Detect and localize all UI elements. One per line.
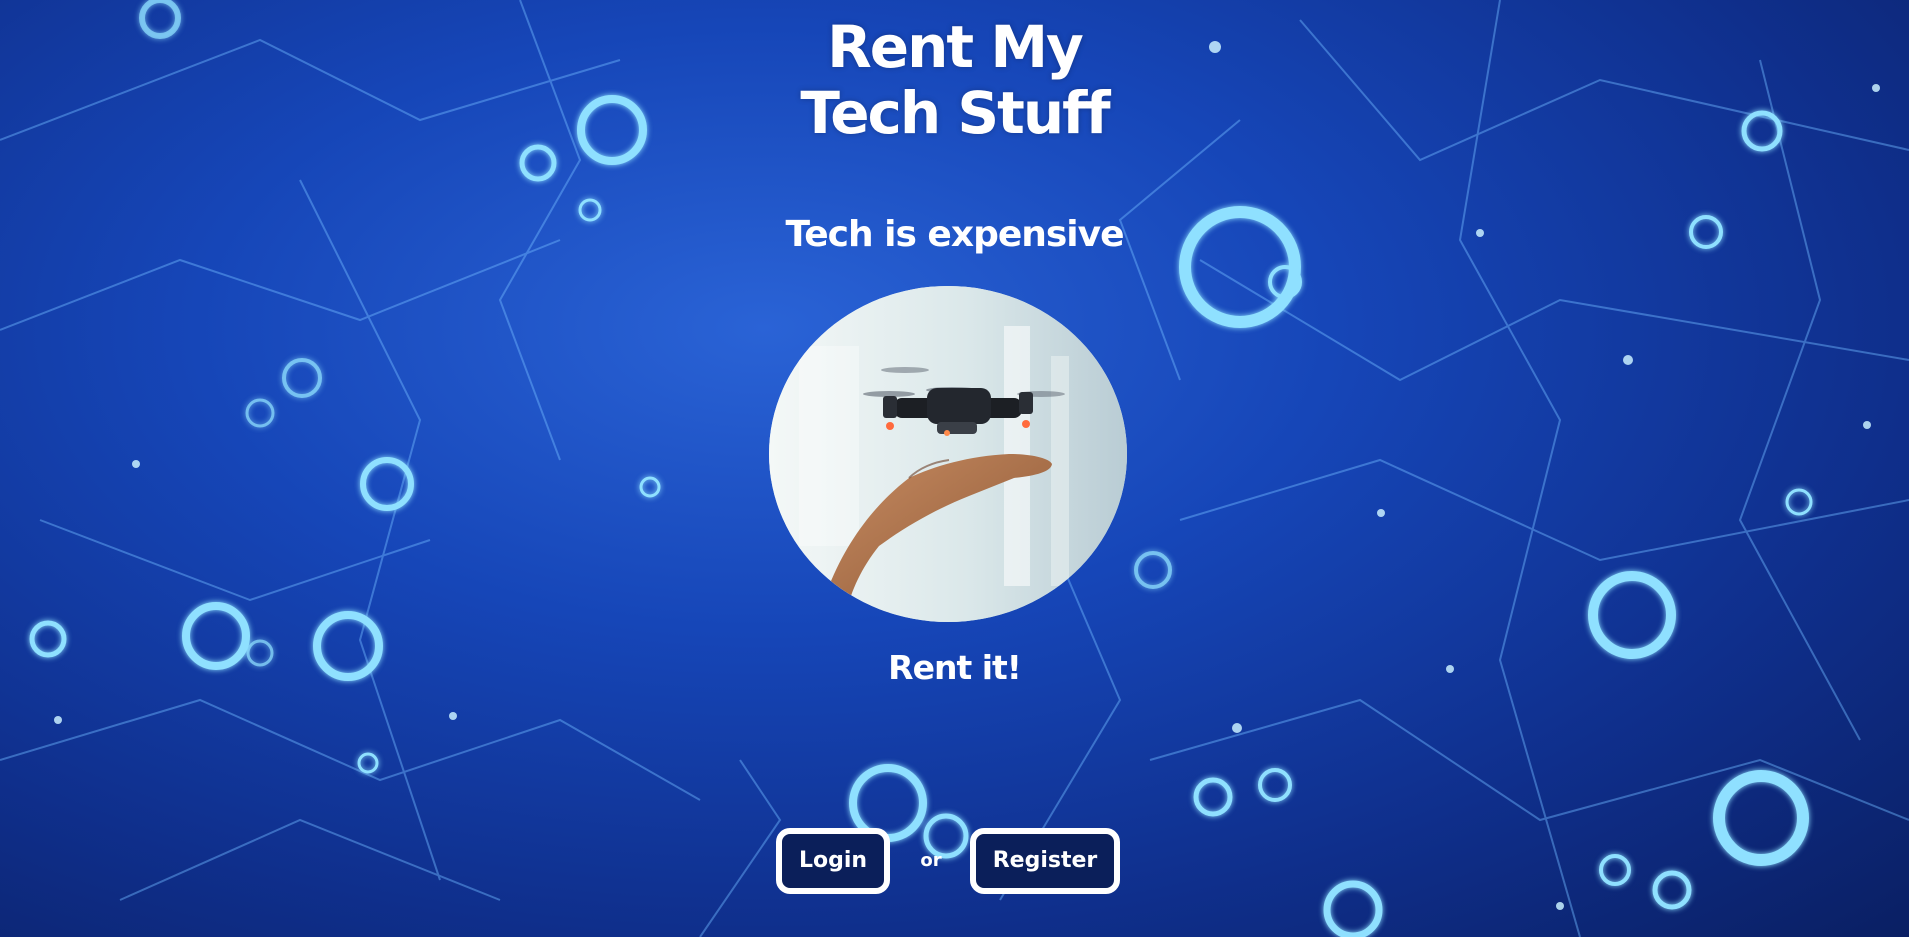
rent-it-heading: Rent it! — [888, 648, 1022, 687]
hero-drone-image — [769, 286, 1127, 622]
or-separator: or — [920, 850, 942, 871]
title-line-1: Rent My — [827, 13, 1084, 81]
landing-content: Rent My Tech Stuff Tech is expensive Ren… — [0, 0, 1909, 937]
register-button[interactable]: Register — [970, 828, 1120, 894]
tagline: Tech is expensive — [785, 214, 1124, 255]
title-line-2: Tech Stuff — [800, 79, 1110, 147]
login-button[interactable]: Login — [776, 828, 890, 894]
page-title: Rent My Tech Stuff — [0, 14, 1909, 146]
